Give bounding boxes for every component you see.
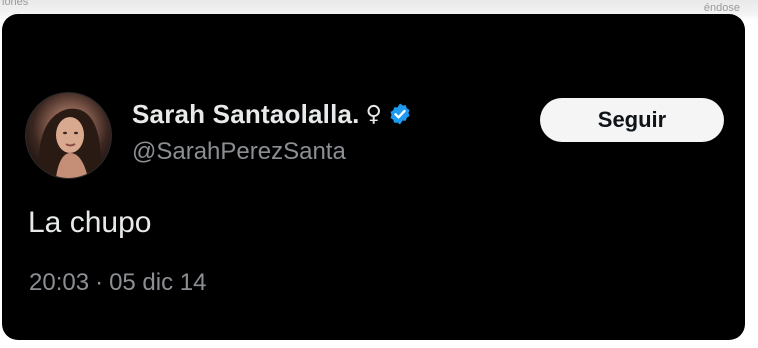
tweet-card: Sarah Santaolalla. ♀ @SarahPerezSanta Se… [2, 14, 745, 340]
tweet-timestamp[interactable]: 20:03 · 05 dic 14 [29, 269, 206, 297]
tweet-text: La chupo [28, 206, 152, 239]
follow-button[interactable]: Seguir [540, 98, 724, 142]
author-display-name[interactable]: Sarah Santaolalla. [132, 99, 360, 130]
author-name-row: Sarah Santaolalla. ♀ [132, 98, 412, 130]
background-text-fragment-left: iones [2, 0, 29, 8]
avatar[interactable] [25, 92, 112, 179]
tweet-time: 20:03 [29, 269, 90, 296]
background-text-fragment-right: éndose [703, 2, 740, 14]
timestamp-separator: · [95, 269, 104, 296]
female-symbol-icon: ♀ [365, 101, 382, 127]
avatar-portrait-icon [38, 108, 101, 178]
verified-badge-icon [388, 102, 412, 126]
author-handle[interactable]: @SarahPerezSanta [132, 138, 346, 166]
tweet-date: 05 dic 14 [109, 269, 207, 296]
